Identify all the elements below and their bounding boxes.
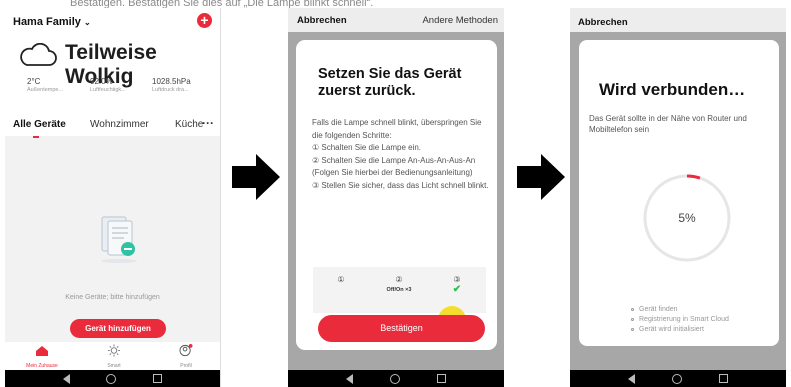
step-sub: Off/On ×3	[386, 287, 412, 293]
step-1: ①	[313, 275, 369, 284]
bottom-navigation: Mein Zuhause Smart Profil	[5, 342, 220, 370]
stat-value: 92.0%	[90, 77, 113, 86]
tab-all-devices[interactable]: Alle Geräte	[13, 119, 66, 130]
weather-condition: Teilweise Wolkig	[65, 41, 157, 88]
connecting-header: Abbrechen	[570, 8, 786, 32]
steps-illustration: ① ② Off/On ×3 ③ ✔	[313, 267, 486, 313]
bullet-icon	[631, 327, 634, 331]
list-item: Gerät wird initialisiert	[631, 325, 729, 335]
bullet-icon	[631, 317, 634, 321]
step-number: ③	[453, 275, 461, 284]
connecting-card: Wird verbunden… Das Gerät sollte in der …	[579, 40, 779, 346]
tab-kitchen[interactable]: Küche	[175, 119, 203, 130]
recent-apps-icon[interactable]	[718, 374, 728, 383]
nav-profile[interactable]: Profil	[156, 344, 216, 369]
back-icon[interactable]	[628, 373, 636, 384]
connecting-title: Wird verbunden…	[599, 80, 746, 99]
chevron-down-icon: ⌄	[83, 18, 91, 27]
arrow-right-icon	[232, 154, 280, 200]
phone-connecting-screen: Abbrechen Wird verbunden… Das Gerät soll…	[570, 8, 786, 387]
back-icon[interactable]	[63, 373, 71, 384]
confirm-button[interactable]: Bestätigen	[318, 315, 485, 342]
sun-icon	[107, 344, 121, 357]
profile-icon	[179, 344, 193, 357]
cancel-button[interactable]: Abbrechen	[297, 15, 347, 26]
phone-reset-screen: Abbrechen Andere Methoden Setzen Sie das…	[288, 8, 504, 387]
list-item-text: Registrierung in Smart Cloud	[639, 316, 729, 323]
bullet-icon	[631, 307, 634, 311]
stat-label: Außentempe...	[27, 87, 64, 93]
tab-living-room[interactable]: Wohnzimmer	[90, 119, 149, 130]
home-icon	[36, 346, 48, 356]
stat-pressure: 1028.5hPa Luftdruck dra...	[152, 77, 191, 93]
nav-label: Mein Zuhause	[26, 363, 58, 369]
list-item-text: Gerät finden	[639, 306, 678, 313]
home-circle-icon[interactable]	[671, 373, 682, 384]
list-item-text: Gerät wird initialisiert	[639, 326, 704, 333]
stat-outdoor-temp: 2°C Außentempe...	[27, 77, 63, 93]
more-icon[interactable]: ···	[202, 116, 214, 130]
reset-title: Setzen Sie das Gerät zuerst zurück.	[318, 66, 462, 99]
progress-percent: 5%	[678, 211, 696, 225]
stat-value: 1028.5hPa	[152, 77, 191, 86]
reset-card: Setzen Sie das Gerät zuerst zurück. Fall…	[296, 40, 497, 350]
step-number: ②	[395, 275, 403, 284]
connecting-description: Das Gerät sollte in der Nähe von Router …	[589, 114, 747, 134]
stat-label: Luftdruck dra...	[152, 87, 189, 93]
add-button[interactable]: +	[197, 13, 212, 28]
recent-apps-icon[interactable]	[152, 374, 162, 383]
phone-home-screen: Hama Family ⌄ + Teilweise Wolkig 2°C Auß…	[5, 8, 221, 387]
connection-steps: Gerät finden Registrierung in Smart Clou…	[631, 305, 729, 335]
reset-header: Abbrechen Andere Methoden	[288, 8, 504, 32]
empty-devices-illustration	[101, 216, 137, 263]
arrow-right-icon	[517, 154, 565, 200]
home-header: Hama Family ⌄ + Teilweise Wolkig 2°C Auß…	[5, 8, 220, 138]
step-2: ② Off/On ×3	[371, 275, 427, 293]
nav-label: Smart	[107, 363, 121, 369]
home-circle-icon[interactable]	[389, 373, 400, 384]
nav-smart[interactable]: Smart	[84, 344, 144, 369]
family-selector[interactable]: Hama Family ⌄	[13, 16, 91, 28]
stat-value: 2°C	[27, 77, 41, 86]
tab-indicator	[33, 136, 39, 138]
recent-apps-icon[interactable]	[436, 374, 446, 383]
empty-state-text: Keine Geräte; bitte hinzufügen	[65, 294, 160, 301]
tutorial-stage: Bestätigen. Bestätigen Sie dies auf „Die…	[0, 0, 791, 387]
nav-my-home[interactable]: Mein Zuhause	[12, 344, 72, 369]
reset-instructions: Falls die Lampe schnell blinkt, überspri…	[312, 118, 489, 190]
cloud-icon	[20, 43, 57, 66]
add-device-button[interactable]: Gerät hinzufügen	[70, 319, 166, 338]
stat-humidity: 92.0% Luftfeuchtigk...	[90, 77, 126, 93]
family-name: Hama Family	[13, 16, 81, 28]
system-navbar	[288, 370, 504, 387]
back-icon[interactable]	[346, 373, 354, 384]
cancel-button[interactable]: Abbrechen	[578, 17, 628, 28]
check-icon: ✔	[452, 284, 462, 295]
other-methods-button[interactable]: Andere Methoden	[422, 15, 498, 26]
system-navbar	[570, 370, 786, 387]
list-item: Registrierung in Smart Cloud	[631, 315, 729, 325]
home-circle-icon[interactable]	[106, 373, 117, 384]
system-navbar	[5, 370, 220, 387]
step-number: ①	[337, 275, 345, 284]
list-item: Gerät finden	[631, 305, 729, 315]
nav-label: Profil	[180, 363, 192, 369]
step-3: ③ ✔	[429, 275, 485, 295]
stat-label: Luftfeuchtigk...	[90, 87, 126, 93]
